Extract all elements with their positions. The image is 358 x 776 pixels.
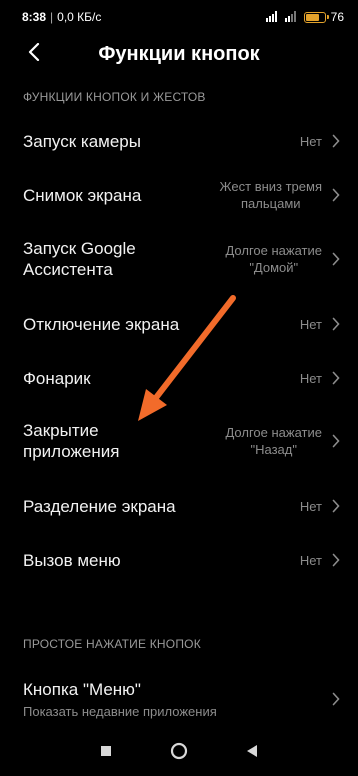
chevron-right-icon <box>332 553 340 567</box>
chevron-right-icon <box>332 188 340 202</box>
row-label: Разделение экрана <box>23 496 176 516</box>
row-value: Нет <box>299 133 322 149</box>
chevron-right-icon <box>332 134 340 148</box>
row-call-menu[interactable]: Вызов меню Нет <box>0 533 358 587</box>
label-line-1: Закрытие <box>23 421 99 440</box>
label-line-2: приложения <box>23 442 120 461</box>
row-text-group: Кнопка "Меню" Показать недавние приложен… <box>23 679 332 719</box>
row-value: Нет <box>299 370 322 386</box>
row-menu-button[interactable]: Кнопка "Меню" Показать недавние приложен… <box>0 672 358 726</box>
signal-icon <box>265 10 280 25</box>
row-value: Долгое нажатие "Назад" <box>225 424 322 458</box>
row-label: Запуск Google Ассистента <box>23 238 225 280</box>
status-right: 76 <box>265 10 344 25</box>
value-line-1: Жест вниз тремя <box>219 179 322 194</box>
value-line-1: Долгое нажатие <box>225 425 322 440</box>
row-label: Вызов меню <box>23 550 121 570</box>
page-title: Функции кнопок <box>98 42 260 65</box>
chevron-right-icon <box>332 317 340 331</box>
nav-triangle-icon[interactable] <box>246 744 258 763</box>
back-arrow-icon <box>28 42 40 66</box>
row-value: Жест вниз тремя пальцами <box>220 178 322 212</box>
nav-circle-icon[interactable] <box>170 742 188 765</box>
status-separator: | <box>50 10 54 24</box>
navigation-bar <box>0 730 358 776</box>
row-camera-launch[interactable]: Запуск камеры Нет <box>0 114 358 168</box>
status-bar: 8:38 | 0,0 КБ/с 76 <box>0 0 358 34</box>
value-line-2: "Назад" <box>250 442 297 457</box>
value-line-2: пальцами <box>241 196 301 211</box>
battery-icon <box>303 11 329 23</box>
row-close-app[interactable]: Закрытие приложения Долгое нажатие "Наза… <box>0 414 358 468</box>
row-flashlight[interactable]: Фонарик Нет <box>0 351 358 405</box>
chevron-right-icon <box>332 434 340 448</box>
chevron-right-icon <box>332 499 340 513</box>
row-value: Долгое нажатие "Домой" <box>225 242 322 276</box>
header: Функции кнопок <box>0 34 358 74</box>
status-left: 8:38 | 0,0 КБ/с <box>22 10 101 24</box>
status-time: 8:38 <box>22 10 47 24</box>
chevron-right-icon <box>332 252 340 266</box>
section-title: ФУНКЦИИ КНОПОК И ЖЕСТОВ <box>23 90 206 104</box>
row-google-assistant[interactable]: Запуск Google Ассистента Долгое нажатие … <box>0 232 358 286</box>
battery-fill <box>305 13 319 21</box>
value-line-1: Долгое нажатие <box>225 243 322 258</box>
row-value: Нет <box>299 316 322 332</box>
row-label: Запуск камеры <box>23 131 141 151</box>
row-split-screen[interactable]: Разделение экрана Нет <box>0 479 358 533</box>
battery-percent: 76 <box>330 10 344 24</box>
row-screen-off[interactable]: Отключение экрана Нет <box>0 297 358 351</box>
value-line-2: "Домой" <box>249 260 299 275</box>
row-label: Снимок экрана <box>23 185 142 205</box>
chevron-right-icon <box>332 371 340 385</box>
label-line-1: Запуск Google <box>23 239 136 258</box>
nav-square-icon[interactable] <box>100 744 112 762</box>
row-label: Фонарик <box>23 368 91 388</box>
label-line-2: Ассистента <box>23 260 113 279</box>
row-value: Нет <box>299 552 322 568</box>
network-speed: 0,0 КБ/с <box>57 10 102 24</box>
row-screenshot[interactable]: Снимок экрана Жест вниз тремя пальцами <box>0 168 358 222</box>
back-button[interactable] <box>20 40 48 68</box>
row-label: Закрытие приложения <box>23 420 225 462</box>
signal-icon <box>284 10 299 25</box>
section-title: ПРОСТОЕ НАЖАТИЕ КНОПОК <box>23 637 201 651</box>
row-subtext: Показать недавние приложения <box>23 704 217 719</box>
row-value: Нет <box>299 498 322 514</box>
row-label: Кнопка "Меню" <box>23 680 141 699</box>
row-label: Отключение экрана <box>23 314 180 334</box>
chevron-right-icon <box>332 692 340 706</box>
